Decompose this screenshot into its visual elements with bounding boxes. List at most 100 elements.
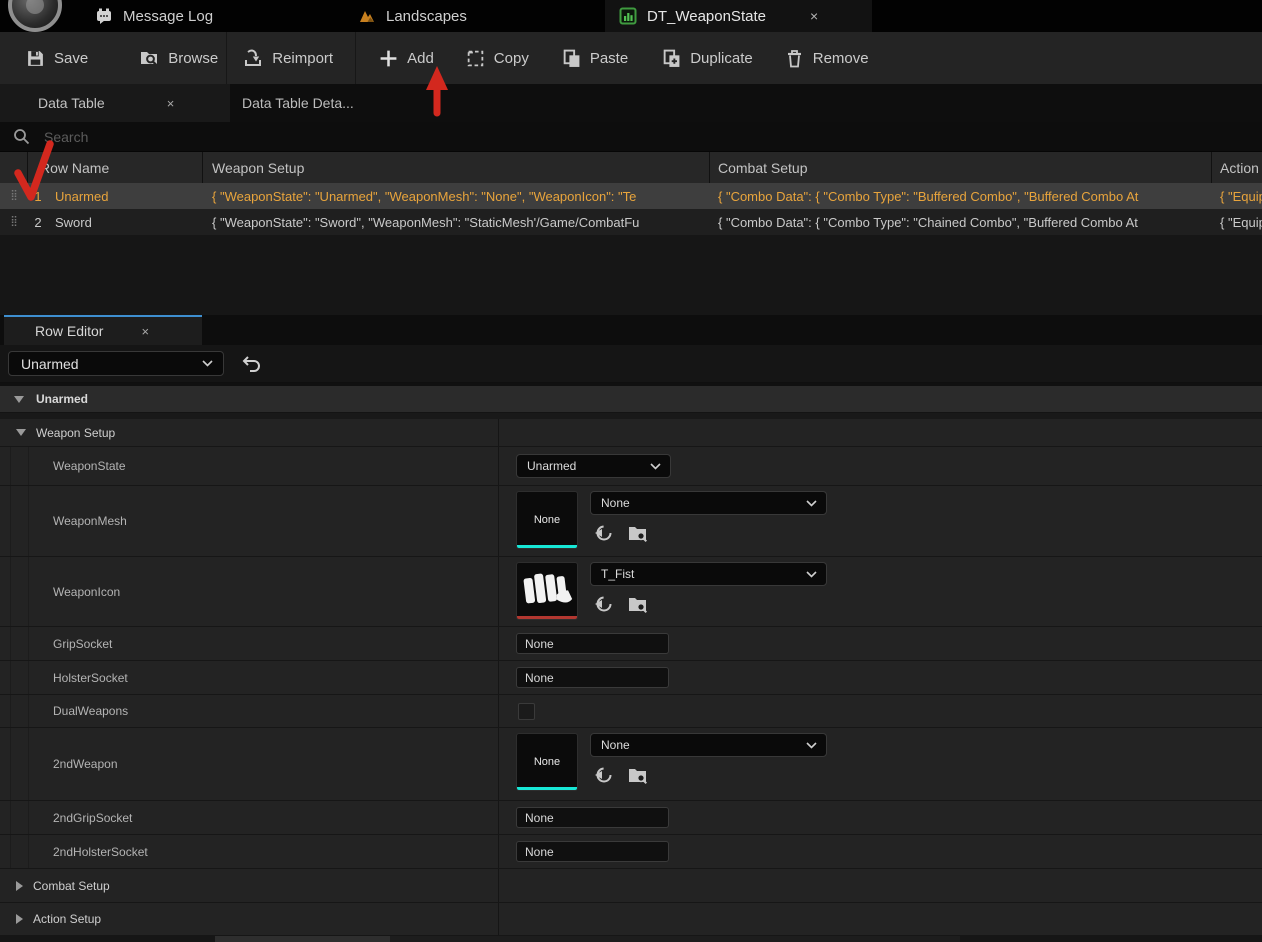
remove-button[interactable]: Remove: [785, 49, 869, 68]
weaponstate-label: WeaponState: [53, 459, 126, 473]
tab-landscapes[interactable]: Landscapes: [358, 0, 467, 32]
tab-data-table-details[interactable]: Data Table Deta...: [230, 84, 460, 122]
header-weapon-setup[interactable]: Weapon Setup: [203, 152, 710, 183]
weaponicon-dropdown[interactable]: T_Fist: [590, 562, 827, 586]
chevron-down-icon: [650, 463, 661, 470]
expanded-arrow-icon: [16, 429, 26, 436]
second-weapon-value: None: [601, 738, 630, 752]
use-selected-asset-icon[interactable]: [594, 765, 614, 785]
tab-row-editor[interactable]: Row Editor ×: [4, 315, 202, 345]
table-row-unarmed[interactable]: ⣿ 1 Unarmed { "WeaponState": "Unarmed", …: [0, 183, 1262, 209]
second-weapon-thumb-label: None: [534, 756, 560, 768]
category-unarmed[interactable]: Unarmed: [0, 386, 1262, 413]
save-button[interactable]: Save: [26, 49, 88, 68]
duplicate-icon: [662, 49, 681, 68]
paste-button[interactable]: Paste: [562, 49, 628, 68]
tab-row-editor-close-icon[interactable]: ×: [141, 324, 149, 339]
property-row-weaponicon: WeaponIcon T_Fist: [0, 557, 1262, 627]
add-button[interactable]: Add: [379, 49, 434, 68]
reimport-icon: [243, 48, 263, 68]
header-action[interactable]: Action: [1212, 152, 1262, 183]
message-log-icon: [95, 7, 113, 25]
section-weapon-setup-label: Weapon Setup: [36, 426, 115, 440]
drag-handle-icon[interactable]: ⣿: [0, 217, 28, 227]
drag-handle-icon[interactable]: ⣿: [0, 191, 28, 201]
copy-label: Copy: [494, 50, 529, 67]
combat-setup-cell[interactable]: { "Combo Data": { "Combo Type": "Buffere…: [710, 189, 1212, 204]
duplicate-button[interactable]: Duplicate: [662, 49, 753, 68]
property-row-weaponmesh: WeaponMesh None None: [0, 486, 1262, 557]
header-combat-setup[interactable]: Combat Setup: [710, 152, 1212, 183]
property-row-2ndgripsocket: 2ndGripSocket: [0, 801, 1262, 835]
search-icon: [13, 128, 30, 145]
section-action-setup-label: Action Setup: [33, 912, 101, 926]
scrollbar-segment: [390, 936, 960, 942]
collapsed-arrow-icon: [16, 881, 23, 891]
use-selected-asset-icon[interactable]: [594, 523, 614, 543]
tab-dt-weaponstate[interactable]: DT_WeaponState ×: [605, 0, 872, 32]
section-weapon-setup[interactable]: Weapon Setup: [0, 419, 1262, 447]
save-label: Save: [54, 50, 88, 67]
holstersocket-input[interactable]: [516, 667, 669, 688]
weaponstate-dropdown[interactable]: Unarmed: [516, 454, 671, 478]
reimport-button[interactable]: Reimport: [243, 48, 333, 68]
weaponicon-value: T_Fist: [601, 567, 634, 581]
weapon-setup-cell[interactable]: { "WeaponState": "Sword", "WeaponMesh": …: [203, 215, 710, 230]
copy-button[interactable]: Copy: [466, 49, 529, 68]
tab-data-table[interactable]: Data Table ×: [0, 84, 230, 122]
property-row-weaponstate: WeaponState Unarmed: [0, 447, 1262, 486]
tab-landscapes-label: Landscapes: [386, 8, 467, 25]
browse-to-asset-icon[interactable]: [627, 765, 648, 785]
weaponmesh-dropdown[interactable]: None: [590, 491, 827, 515]
section-combat-setup[interactable]: Combat Setup: [0, 869, 1262, 903]
property-row-holstersocket: HolsterSocket: [0, 661, 1262, 695]
row-name-cell[interactable]: Sword: [48, 215, 203, 230]
search-input[interactable]: [44, 129, 1262, 145]
scrollbar-thumb[interactable]: [215, 936, 390, 942]
second-holstersocket-input[interactable]: [516, 841, 669, 862]
header-row-name[interactable]: Row Name: [28, 152, 203, 183]
collapsed-arrow-icon: [16, 914, 23, 924]
undo-icon[interactable]: [240, 354, 262, 374]
table-empty-area: [0, 235, 1262, 315]
row-editor-toolbar: Unarmed: [0, 345, 1262, 383]
save-icon: [26, 49, 45, 68]
tab-row-editor-label: Row Editor: [35, 323, 103, 339]
asset-type-band: [517, 616, 577, 620]
row-name-cell[interactable]: Unarmed: [48, 189, 203, 204]
property-row-dualweapons: DualWeapons: [0, 695, 1262, 728]
browse-to-asset-icon[interactable]: [627, 523, 648, 543]
row-selector-dropdown[interactable]: Unarmed: [8, 351, 224, 376]
second-weapon-dropdown[interactable]: None: [590, 733, 827, 757]
landscapes-icon: [358, 7, 376, 25]
browse-icon: [139, 48, 159, 68]
table-row-sword[interactable]: ⣿ 2 Sword { "WeaponState": "Sword", "Wea…: [0, 209, 1262, 235]
use-selected-asset-icon[interactable]: [594, 594, 614, 614]
tab-data-table-close-icon[interactable]: ×: [167, 96, 175, 111]
tab-close-icon[interactable]: ×: [810, 8, 818, 24]
second-weapon-thumbnail[interactable]: None: [516, 733, 578, 791]
weapon-setup-cell[interactable]: { "WeaponState": "Unarmed", "WeaponMesh"…: [203, 189, 710, 204]
section-action-setup[interactable]: Action Setup: [0, 903, 1262, 936]
browse-button[interactable]: Browse: [139, 48, 218, 68]
browse-label: Browse: [168, 50, 218, 67]
asset-toolbar: Save Browse Reimport Add Copy: [0, 32, 1262, 84]
gripsocket-input[interactable]: [516, 633, 669, 654]
dualweapons-checkbox[interactable]: [518, 703, 535, 720]
tab-message-log[interactable]: Message Log: [95, 0, 213, 32]
tab-data-table-label: Data Table: [38, 95, 105, 111]
browse-to-asset-icon[interactable]: [627, 594, 648, 614]
category-unarmed-label: Unarmed: [36, 392, 88, 406]
unreal-engine-logo[interactable]: [8, 0, 62, 32]
combat-setup-cell[interactable]: { "Combo Data": { "Combo Type": "Chained…: [710, 215, 1212, 230]
action-cell[interactable]: { "Equip: [1212, 215, 1262, 230]
weaponicon-thumbnail[interactable]: [516, 562, 578, 620]
reimport-label: Reimport: [272, 50, 333, 67]
chevron-down-icon: [806, 571, 817, 578]
action-cell[interactable]: { "Equip: [1212, 189, 1262, 204]
second-gripsocket-input[interactable]: [516, 807, 669, 828]
toolbar-separator: [355, 32, 356, 84]
row-editor-tab-strip: Row Editor ×: [0, 315, 1262, 345]
row-number: 1: [28, 189, 48, 204]
weaponmesh-thumbnail[interactable]: None: [516, 491, 578, 549]
